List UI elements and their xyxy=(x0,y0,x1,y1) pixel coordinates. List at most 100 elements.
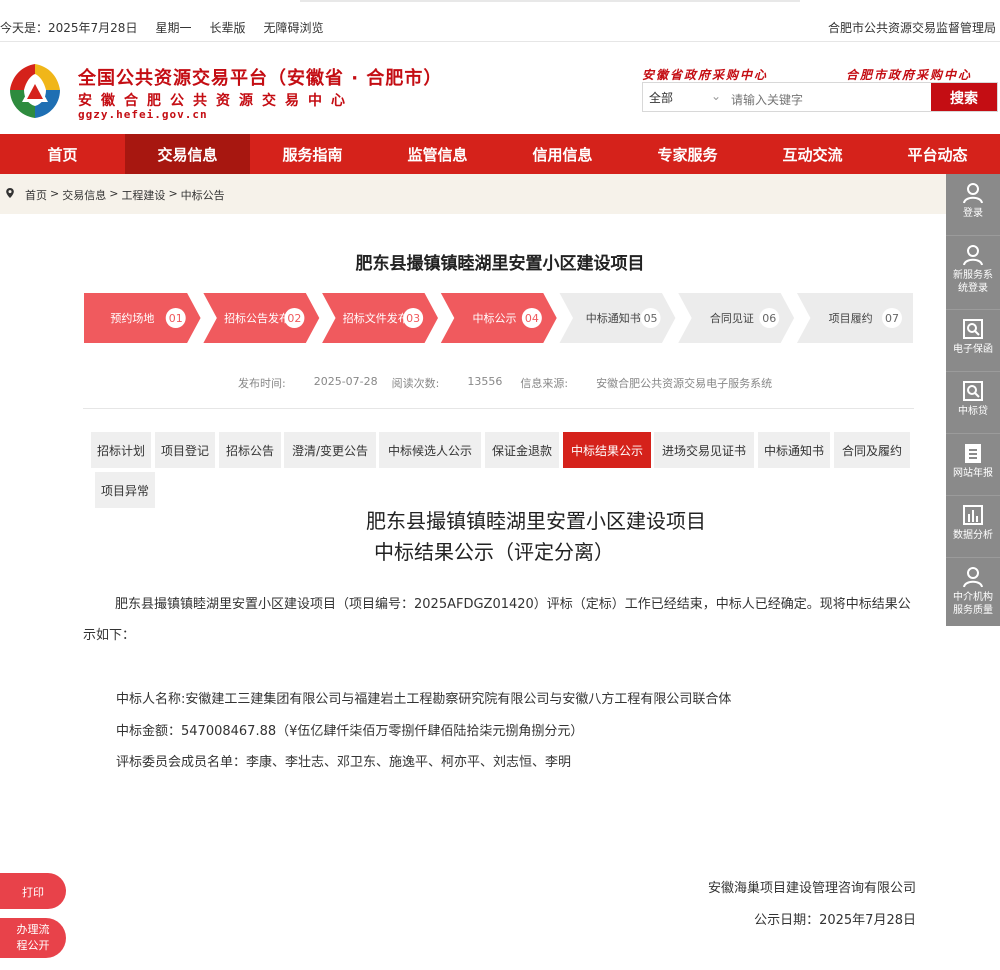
step-label: 招标公告发布 xyxy=(224,311,290,325)
sidebar-item-award-loan[interactable]: 中标贷 xyxy=(946,372,1000,434)
step-number: 06 xyxy=(762,312,776,325)
sidebar-item-label: 中标贷 xyxy=(958,406,988,417)
committee-members: 李康、李壮志、邓卫东、施逸平、柯亦平、刘志恒、李明 xyxy=(246,755,572,770)
breadcrumb-separator: > xyxy=(168,187,178,200)
search-bar: 全部 ⌄ 搜索 xyxy=(642,82,998,112)
current-weekday: 星期一 xyxy=(155,21,192,35)
sidebar-item-annual-report[interactable]: 网站年报 xyxy=(946,434,1000,496)
step-number: 03 xyxy=(406,312,420,325)
nav-item-expert[interactable]: 专家服务 xyxy=(625,134,750,174)
city-procurement-link[interactable]: 合肥市政府采购中心 xyxy=(846,66,972,83)
sidebar-item-login[interactable]: 登录 xyxy=(946,174,1000,236)
accessible-link[interactable]: 无障碍浏览 xyxy=(263,19,323,36)
amount-line: 中标金额：547008467.88（¥伍亿肆仟柒佰万零捌仟肆佰陆拾柒元捌角捌分元… xyxy=(116,720,583,739)
sidebar-item-label: 电子保函 xyxy=(953,344,993,355)
process-disclosure-button[interactable]: 办理流 程公开 xyxy=(0,918,66,958)
source-label: 信息来源: xyxy=(520,377,569,390)
sidebar-item-agency-quality[interactable]: 中介机构服务质量 xyxy=(946,558,1000,624)
amount-label: 中标金额： xyxy=(116,724,182,739)
nav-item-home[interactable]: 首页 xyxy=(0,134,125,174)
sidebar-item-label: 登录 xyxy=(963,208,983,219)
amount-value: 547008467.88（¥伍亿肆仟柒佰万零捌仟肆佰陆拾柒元捌角捌分元） xyxy=(181,724,584,739)
step-label: 中标公示 xyxy=(473,311,517,325)
document-intro: 肥东县撮镇镇睦湖里安置小区建设项目（项目编号：2025AFDGZ01420）评标… xyxy=(83,597,911,643)
breadcrumb-trade-info[interactable]: 交易信息 xyxy=(62,187,106,203)
step-label: 项目履约 xyxy=(829,312,873,325)
tab-witness-certificate[interactable]: 进场交易见证书 xyxy=(654,432,754,468)
main-nav: 首页 交易信息 服务指南 监管信息 信用信息 专家服务 互动交流 平台动态 xyxy=(0,134,1000,174)
tab-project-registration[interactable]: 项目登记 xyxy=(155,432,215,468)
tab-tender-notice[interactable]: 招标公告 xyxy=(219,432,281,468)
publish-time: 2025-07-28 xyxy=(313,375,378,388)
user-icon xyxy=(963,183,983,204)
chevron-down-icon: ⌄ xyxy=(710,89,721,103)
views-label: 阅读次数: xyxy=(391,377,440,390)
process-disclosure-label-2: 程公开 xyxy=(16,939,50,952)
top-bar-left: 今天是：2025年7月28日 星期一 长辈版 无障碍浏览 xyxy=(0,19,324,36)
step-number: 02 xyxy=(287,312,301,325)
site-logo-icon[interactable] xyxy=(4,60,66,122)
process-disclosure-label-1: 办理流 xyxy=(16,923,50,936)
publish-date-value: 2025年7月28日 xyxy=(819,913,916,928)
publish-date-label: 公示日期： xyxy=(754,913,820,928)
winner-line: 中标人名称:安徽建工三建集团有限公司与福建岩土工程勘察研究院有限公司与安徽八方工… xyxy=(116,688,731,707)
tab-deposit-refund[interactable]: 保证金退款 xyxy=(485,432,559,468)
breadcrumb-separator: > xyxy=(50,187,60,200)
location-pin-icon xyxy=(6,188,14,198)
nav-item-credit[interactable]: 信用信息 xyxy=(500,134,625,174)
top-bar: 今天是：2025年7月28日 星期一 长辈版 无障碍浏览 合肥市公共资源交易监督… xyxy=(0,0,1000,42)
committee-line: 评标委员会成员名单：李康、李壮志、邓卫东、施逸平、柯亦平、刘志恒、李明 xyxy=(116,751,571,770)
article-meta: 发布时间: 2025-07-28 阅读次数: 13556 信息来源: 安徽合肥公… xyxy=(238,375,772,391)
province-procurement-link[interactable]: 安徽省政府采购中心 xyxy=(642,66,768,83)
sidebar-item-label: 网站年报 xyxy=(953,468,993,479)
breadcrumb-engineering[interactable]: 工程建设 xyxy=(121,187,165,203)
divider xyxy=(83,408,914,409)
nav-item-supervision[interactable]: 监管信息 xyxy=(375,134,500,174)
search-input[interactable] xyxy=(727,83,931,111)
step-label: 招标文件发布 xyxy=(343,311,409,325)
agency-name: 安徽海巢项目建设管理咨询有限公司 xyxy=(707,881,916,896)
search-doc-icon xyxy=(963,381,983,401)
tab-contract[interactable]: 合同及履约 xyxy=(834,432,910,468)
breadcrumb: 首页 > 交易信息 > 工程建设 > 中标公告 xyxy=(0,174,946,214)
breadcrumb-award-notice[interactable]: 中标公告 xyxy=(181,187,225,203)
step-number: 04 xyxy=(525,312,539,325)
step-label: 预约场地 xyxy=(110,311,154,325)
breadcrumb-home[interactable]: 首页 xyxy=(25,187,47,203)
step-number: 05 xyxy=(644,312,658,325)
publish-date-line: 公示日期：2025年7月28日 xyxy=(754,909,916,928)
nav-item-platform-news[interactable]: 平台动态 xyxy=(875,134,1000,174)
progress-steps: 预约场地 01 招标公告发布02 招标文件发布03 中标公示 04 中标通知书 05 合同见证 0… xyxy=(83,292,914,344)
document-subtitle: 中标结果公示（评定分离） xyxy=(374,540,614,564)
step-number: 07 xyxy=(885,312,899,325)
source-value: 安徽合肥公共资源交易电子服务系统 xyxy=(596,377,773,390)
document-title: 肥东县撮镇镇睦湖里安置小区建设项目 xyxy=(366,509,706,533)
site-header: 全国公共资源交易平台（安徽省 · 合肥市） 安徽合肥公共资源交易中心 ggzy.… xyxy=(0,44,1000,134)
committee-label: 评标委员会成员名单： xyxy=(116,755,247,770)
search-button[interactable]: 搜索 xyxy=(931,83,997,111)
tab-candidate-notice[interactable]: 中标候选人公示 xyxy=(379,432,481,468)
clipboard-icon xyxy=(965,444,981,463)
step-label: 中标通知书 xyxy=(586,311,641,325)
elder-mode-link[interactable]: 长辈版 xyxy=(209,19,245,36)
search-doc-icon xyxy=(963,319,983,339)
brand-title: 全国公共资源交易平台（安徽省 · 合肥市） xyxy=(78,68,443,89)
tab-bid-plan[interactable]: 招标计划 xyxy=(91,432,151,468)
tab-award-notice[interactable]: 中标通知书 xyxy=(758,432,830,468)
top-divider xyxy=(300,0,800,2)
views-count: 13556 xyxy=(467,375,503,388)
nav-item-service-guide[interactable]: 服务指南 xyxy=(250,134,375,174)
nav-item-interaction[interactable]: 互动交流 xyxy=(750,134,875,174)
print-button[interactable]: 打印 xyxy=(0,873,66,909)
sidebar-item-e-guarantee[interactable]: 电子保函 xyxy=(946,310,1000,372)
breadcrumb-separator: > xyxy=(109,187,119,200)
publish-time-label: 发布时间: xyxy=(238,377,286,390)
tab-project-exception[interactable]: 项目异常 xyxy=(95,472,155,508)
tab-clarification[interactable]: 澄清/变更公告 xyxy=(284,432,376,468)
brand-url: ggzy.hefei.gov.cn xyxy=(78,108,208,121)
authority-link[interactable]: 合肥市公共资源交易监督管理局 xyxy=(828,19,996,36)
search-scope-select[interactable]: 全部 ⌄ xyxy=(643,83,727,111)
user-icon xyxy=(963,567,983,588)
tab-award-result[interactable]: 中标结果公示 xyxy=(563,432,651,468)
nav-item-trade-info[interactable]: 交易信息 xyxy=(125,134,250,174)
